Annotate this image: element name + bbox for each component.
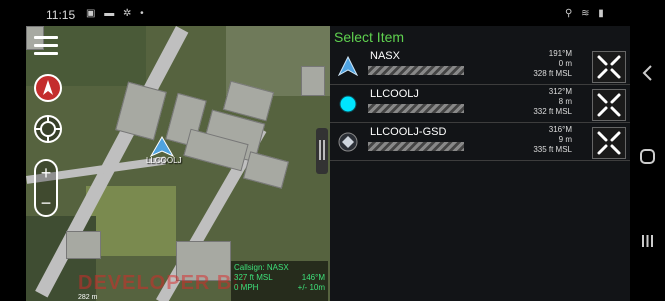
list-item[interactable]: NASX 191°M 0 m 328 ft MSL xyxy=(330,48,630,85)
item-bearing: 316°M xyxy=(548,125,572,134)
altitude-text: 327 ft MSL xyxy=(234,273,273,282)
self-position-label: LLCOOLJ xyxy=(146,156,182,165)
item-details: 312°M 8 m 332 ft MSL xyxy=(502,87,572,117)
map-view[interactable]: + − LLCOOLJ DEVELOPER BU 282 m Callsign:… xyxy=(26,26,330,301)
item-altitude: 335 ft MSL xyxy=(533,145,572,154)
crosshair-icon xyxy=(36,117,60,141)
notification-icons: ▣ ▬ ✲ • xyxy=(86,8,147,19)
callsign-text: Callsign: NASX xyxy=(234,263,289,272)
locate-self-button[interactable] xyxy=(34,115,62,143)
item-range: 9 m xyxy=(558,135,572,144)
zoom-in-button[interactable]: + xyxy=(36,164,56,182)
blue-arrow-icon xyxy=(338,56,358,76)
status-bar: 11:15 ▣ ▬ ✲ • ⚲ ≋ ▮ xyxy=(0,0,665,26)
item-name: NASX xyxy=(370,50,400,62)
pan-to-icon xyxy=(597,93,621,117)
speed-text: 0 MPH xyxy=(234,283,259,292)
north-arrow-icon xyxy=(43,80,53,95)
item-bearing: 191°M xyxy=(548,49,572,58)
panel-title: Select Item xyxy=(334,29,405,45)
gsd-diamond-icon xyxy=(338,132,358,152)
item-details: 316°M 9 m 335 ft MSL xyxy=(502,125,572,155)
watermark: DEVELOPER BU xyxy=(78,272,248,294)
item-status-bar xyxy=(368,142,464,151)
zoom-control: + − xyxy=(34,159,58,217)
item-range: 8 m xyxy=(558,97,572,106)
status-time: 11:15 xyxy=(46,8,76,22)
self-info-box[interactable]: Callsign: NASX 327 ft MSL 146°M 0 MPH +/… xyxy=(231,261,328,301)
panel-resize-handle[interactable] xyxy=(316,128,328,174)
item-status-bar xyxy=(368,104,464,113)
zoom-out-button[interactable]: − xyxy=(36,194,56,212)
cyan-dot-icon xyxy=(339,95,357,113)
accuracy-text: +/- 10m xyxy=(297,283,325,292)
pan-to-icon xyxy=(597,131,621,155)
pan-to-item-button[interactable] xyxy=(592,51,626,83)
pan-to-item-button[interactable] xyxy=(592,127,626,159)
item-name: LLCOOLJ xyxy=(370,88,419,100)
menu-button[interactable] xyxy=(34,36,58,56)
select-item-panel: Select Item NASX 191°M 0 m 328 ft MSL LL… xyxy=(330,26,630,301)
list-item[interactable]: LLCOOLJ-GSD 316°M 9 m 335 ft MSL xyxy=(330,124,630,161)
system-navigation-bar xyxy=(630,26,665,301)
item-status-bar xyxy=(368,66,464,75)
item-range: 0 m xyxy=(558,59,572,68)
home-icon[interactable] xyxy=(630,148,665,166)
item-bearing: 312°M xyxy=(548,87,572,96)
item-altitude: 332 ft MSL xyxy=(533,107,572,116)
pan-to-item-button[interactable] xyxy=(592,89,626,121)
system-status-icons: ⚲ ≋ ▮ xyxy=(565,8,607,19)
item-name: LLCOOLJ-GSD xyxy=(370,126,447,138)
pan-to-icon xyxy=(597,55,621,79)
self-position-marker[interactable] xyxy=(150,136,174,158)
list-item[interactable]: LLCOOLJ 312°M 8 m 332 ft MSL xyxy=(330,86,630,123)
compass-button[interactable] xyxy=(34,74,62,102)
heading-text: 146°M xyxy=(301,273,325,282)
item-altitude: 328 ft MSL xyxy=(533,69,572,78)
recent-apps-icon[interactable] xyxy=(630,232,665,250)
back-icon[interactable] xyxy=(630,64,665,82)
map-scale: 282 m xyxy=(78,294,98,301)
item-details: 191°M 0 m 328 ft MSL xyxy=(502,49,572,79)
